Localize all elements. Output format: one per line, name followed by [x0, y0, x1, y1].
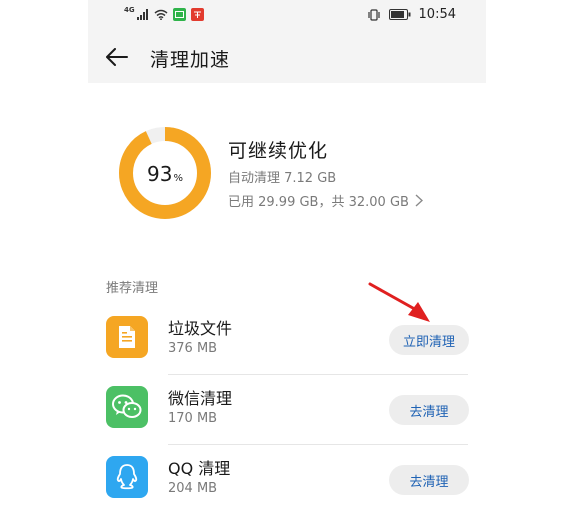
clean-now-button[interactable]: 立即清理	[389, 325, 469, 355]
ring-percent-unit: %	[173, 173, 183, 184]
vibrate-icon	[367, 8, 380, 21]
go-clean-button[interactable]: 去清理	[389, 395, 469, 425]
ring-percent: 93%	[118, 126, 212, 220]
summary-title: 可继续优化	[228, 140, 329, 162]
section-title: 推荐清理	[106, 281, 159, 296]
item-size: 204 MB	[168, 481, 218, 496]
ring-percent-value: 93	[147, 162, 173, 186]
storage-text: 已用 29.99 GB，共 32.00 GB	[228, 195, 409, 210]
item-title: 微信清理	[168, 389, 233, 408]
item-icon-bg	[106, 386, 148, 428]
auto-clean-text: 自动清理 7.12 GB	[228, 171, 337, 186]
storage-link[interactable]: 已用 29.99 GB，共 32.00 GB	[228, 191, 423, 210]
back-button[interactable]	[104, 44, 130, 70]
app-badge-green-icon	[172, 8, 186, 21]
back-arrow-icon	[106, 48, 128, 66]
status-left: 4G	[124, 5, 204, 21]
list-item-wechat: 微信清理 170 MB 去清理	[88, 375, 486, 445]
status-time: 10:54	[418, 7, 456, 22]
item-size: 376 MB	[168, 341, 218, 356]
item-size: 170 MB	[168, 411, 218, 426]
file-icon	[119, 326, 135, 348]
page-title: 清理加速	[150, 49, 231, 71]
app-badge-red-icon	[190, 8, 204, 21]
phone-screen: 4G 10:54 清理加速 93 % 可继续优化 自动清理 7.12 GB 已用…	[88, 0, 486, 517]
status-right: 10:54	[367, 7, 456, 22]
qq-icon	[116, 464, 138, 490]
go-clean-button[interactable]: 去清理	[389, 465, 469, 495]
item-title: 垃圾文件	[168, 319, 233, 338]
signal-icon	[136, 9, 148, 20]
annotation-arrow-icon	[368, 282, 430, 322]
wifi-icon	[154, 9, 168, 20]
optimization-ring: 93%	[118, 126, 212, 220]
item-icon-bg	[106, 456, 148, 498]
item-icon-bg	[106, 316, 148, 358]
list-item-qq: QQ 清理 204 MB 去清理	[88, 445, 486, 515]
status-bar: 4G 10:54	[88, 0, 486, 30]
item-title: QQ 清理	[168, 459, 231, 478]
app-header: 清理加速	[88, 30, 486, 83]
battery-icon	[388, 9, 411, 20]
chevron-right-icon	[415, 194, 423, 207]
network-type-label: 4G	[124, 5, 135, 14]
wechat-icon	[112, 394, 142, 418]
